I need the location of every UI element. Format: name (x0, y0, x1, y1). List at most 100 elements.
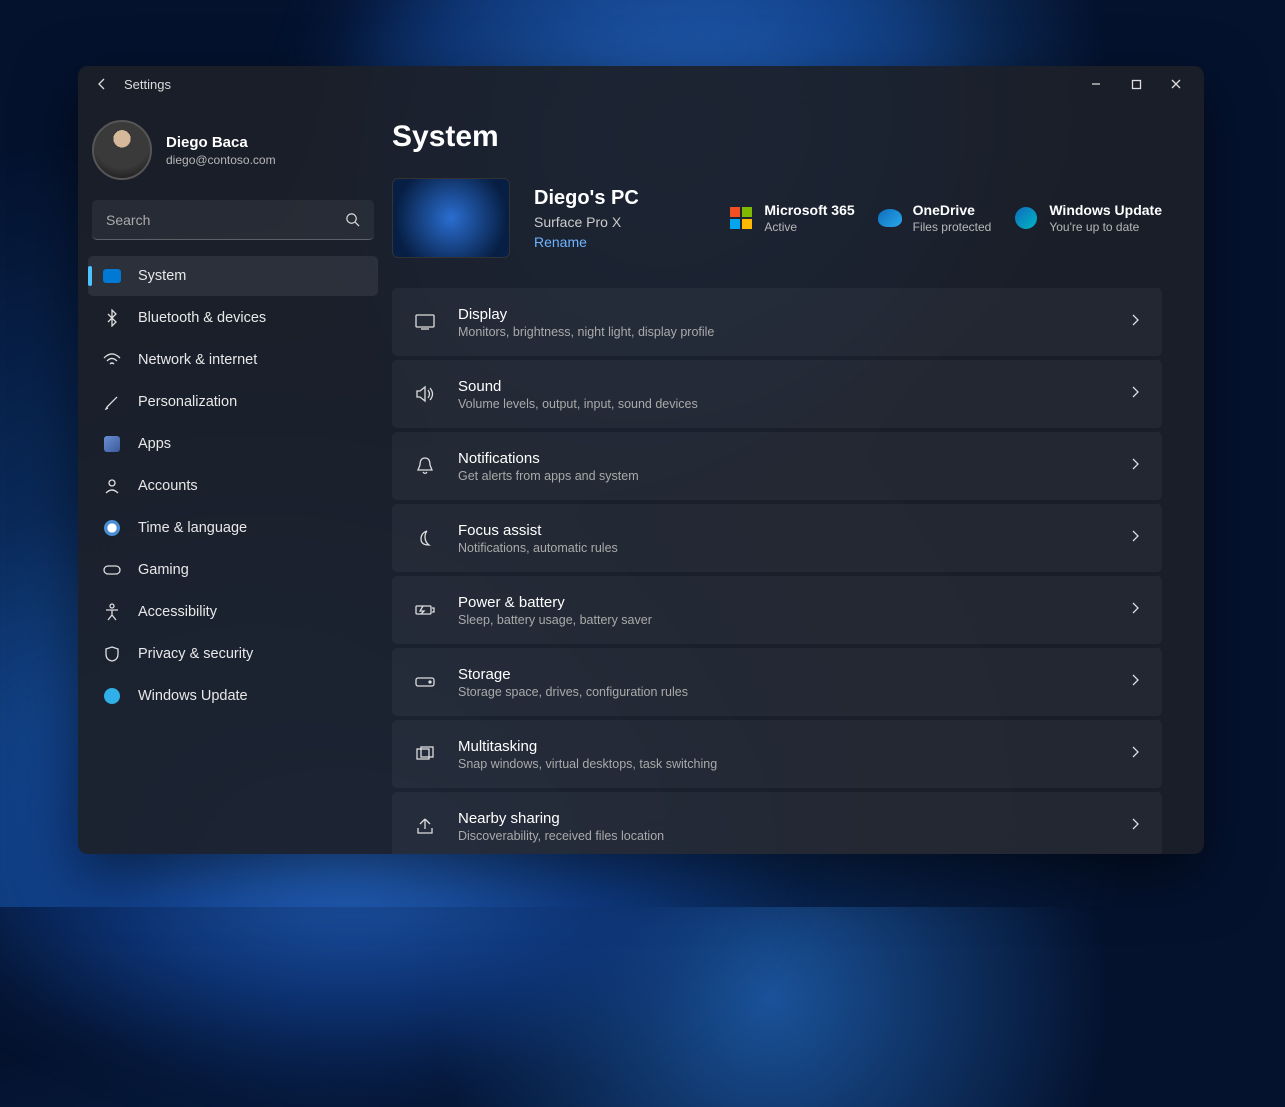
person-icon (102, 476, 122, 496)
status-sub: Files protected (913, 220, 992, 234)
brush-icon (102, 392, 122, 412)
moon-icon (414, 527, 436, 549)
update-icon (102, 686, 122, 706)
sidebar-item-accessibility[interactable]: Accessibility (88, 592, 378, 632)
sidebar-item-personalization[interactable]: Personalization (88, 382, 378, 422)
setting-desc: Monitors, brightness, night light, displ… (458, 325, 1108, 339)
maximize-icon (1131, 79, 1142, 90)
sidebar-item-label: System (138, 268, 186, 284)
sidebar-item-label: Accounts (138, 478, 198, 494)
apps-icon (102, 434, 122, 454)
back-button[interactable] (86, 68, 118, 100)
setting-desc: Volume levels, output, input, sound devi… (458, 397, 1108, 411)
status-onedrive[interactable]: OneDrive Files protected (877, 202, 992, 234)
display-icon (414, 311, 436, 333)
search-box[interactable] (92, 200, 374, 240)
battery-icon (414, 599, 436, 621)
settings-list: Display Monitors, brightness, night ligh… (392, 288, 1162, 854)
sidebar-item-label: Windows Update (138, 688, 248, 704)
user-email: diego@contoso.com (166, 153, 276, 167)
avatar (92, 120, 152, 180)
sidebar-item-apps[interactable]: Apps (88, 424, 378, 464)
search-icon (345, 212, 360, 227)
setting-desc: Discoverability, received files location (458, 829, 1108, 843)
sidebar-item-label: Bluetooth & devices (138, 310, 266, 326)
user-name: Diego Baca (166, 134, 276, 151)
setting-title: Notifications (458, 450, 1108, 467)
multitasking-icon (414, 743, 436, 765)
onedrive-icon (877, 205, 903, 231)
sidebar-item-time[interactable]: Time & language (88, 508, 378, 548)
sidebar-item-network[interactable]: Network & internet (88, 340, 378, 380)
setting-focus-assist[interactable]: Focus assist Notifications, automatic ru… (392, 504, 1162, 572)
chevron-right-icon (1130, 601, 1140, 620)
accessibility-icon (102, 602, 122, 622)
setting-title: Focus assist (458, 522, 1108, 539)
sidebar-item-update[interactable]: Windows Update (88, 676, 378, 716)
status-sub: You're up to date (1049, 220, 1162, 234)
sidebar-item-label: Apps (138, 436, 171, 452)
close-icon (1170, 78, 1182, 90)
setting-desc: Snap windows, virtual desktops, task swi… (458, 757, 1108, 771)
sidebar-item-label: Accessibility (138, 604, 217, 620)
setting-desc: Notifications, automatic rules (458, 541, 1108, 555)
sidebar: Diego Baca diego@contoso.com System Blue (78, 102, 388, 854)
setting-power[interactable]: Power & battery Sleep, battery usage, ba… (392, 576, 1162, 644)
setting-title: Power & battery (458, 594, 1108, 611)
device-name: Diego's PC (534, 187, 664, 210)
device-model: Surface Pro X (534, 214, 664, 230)
setting-desc: Get alerts from apps and system (458, 469, 1108, 483)
setting-desc: Sleep, battery usage, battery saver (458, 613, 1108, 627)
shield-icon (102, 644, 122, 664)
status-title: Windows Update (1049, 202, 1162, 218)
chevron-right-icon (1130, 745, 1140, 764)
chevron-right-icon (1130, 529, 1140, 548)
setting-display[interactable]: Display Monitors, brightness, night ligh… (392, 288, 1162, 356)
chevron-right-icon (1130, 457, 1140, 476)
status-sub: Active (764, 220, 854, 234)
setting-title: Nearby sharing (458, 810, 1108, 827)
minimize-icon (1090, 78, 1102, 90)
rename-link[interactable]: Rename (534, 234, 664, 250)
titlebar: Settings (78, 66, 1204, 102)
sidebar-item-system[interactable]: System (88, 256, 378, 296)
setting-multitasking[interactable]: Multitasking Snap windows, virtual deskt… (392, 720, 1162, 788)
setting-title: Sound (458, 378, 1108, 395)
device-hero: Diego's PC Surface Pro X Rename Microsof… (392, 178, 1162, 258)
setting-nearby-sharing[interactable]: Nearby sharing Discoverability, received… (392, 792, 1162, 854)
device-thumbnail (392, 178, 510, 258)
maximize-button[interactable] (1116, 68, 1156, 100)
setting-desc: Storage space, drives, configuration rul… (458, 685, 1108, 699)
setting-title: Display (458, 306, 1108, 323)
arrow-left-icon (94, 76, 110, 92)
clock-icon (102, 518, 122, 538)
wifi-icon (102, 350, 122, 370)
setting-sound[interactable]: Sound Volume levels, output, input, soun… (392, 360, 1162, 428)
search-input[interactable] (106, 212, 345, 228)
gamepad-icon (102, 560, 122, 580)
chevron-right-icon (1130, 673, 1140, 692)
status-windows-update[interactable]: Windows Update You're up to date (1013, 202, 1162, 234)
setting-title: Multitasking (458, 738, 1108, 755)
system-icon (102, 266, 122, 286)
bell-icon (414, 455, 436, 477)
sidebar-item-accounts[interactable]: Accounts (88, 466, 378, 506)
sidebar-item-bluetooth[interactable]: Bluetooth & devices (88, 298, 378, 338)
window-controls (1076, 68, 1196, 100)
sidebar-item-label: Time & language (138, 520, 247, 536)
status-microsoft365[interactable]: Microsoft 365 Active (728, 202, 854, 234)
sidebar-item-gaming[interactable]: Gaming (88, 550, 378, 590)
sidebar-item-label: Privacy & security (138, 646, 253, 662)
status-title: OneDrive (913, 202, 992, 218)
user-block[interactable]: Diego Baca diego@contoso.com (88, 112, 378, 194)
main-content: System Diego's PC Surface Pro X Rename M… (388, 102, 1204, 854)
page-title: System (392, 120, 1162, 154)
window-title: Settings (124, 77, 171, 92)
close-button[interactable] (1156, 68, 1196, 100)
minimize-button[interactable] (1076, 68, 1116, 100)
sidebar-item-privacy[interactable]: Privacy & security (88, 634, 378, 674)
setting-storage[interactable]: Storage Storage space, drives, configura… (392, 648, 1162, 716)
share-icon (414, 815, 436, 837)
setting-notifications[interactable]: Notifications Get alerts from apps and s… (392, 432, 1162, 500)
setting-title: Storage (458, 666, 1108, 683)
